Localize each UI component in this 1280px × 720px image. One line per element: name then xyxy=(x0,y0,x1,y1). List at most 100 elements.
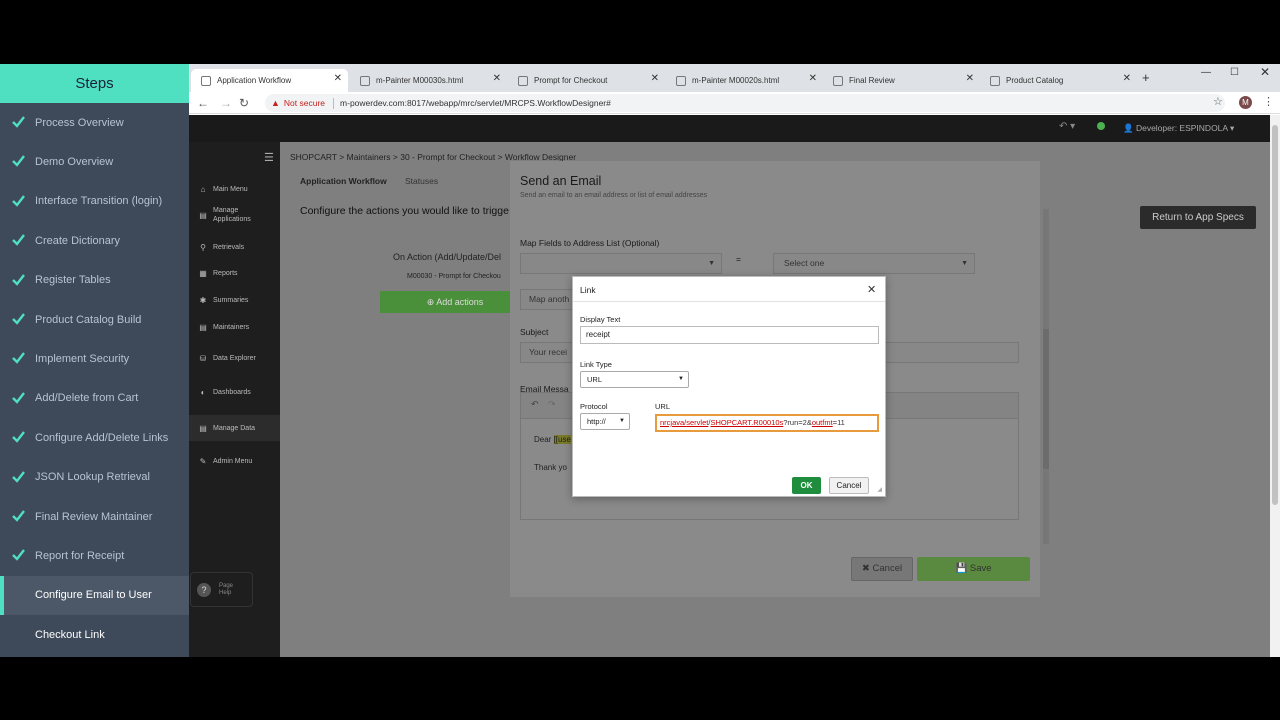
security-status: Not secure xyxy=(283,98,326,108)
nav-item[interactable]: ⚲ Retrievals xyxy=(189,234,280,260)
reload-icon[interactable]: ↻ xyxy=(239,96,249,110)
ok-button[interactable]: OK xyxy=(792,477,821,494)
step-item[interactable]: Report for Receipt xyxy=(0,536,189,575)
nav-label: Manage Applications xyxy=(213,207,251,223)
url-field[interactable]: ▲ Not secure m-powerdev.com:8017/webapp/… xyxy=(265,94,1225,112)
email-cancel-button[interactable]: ✖ Cancel xyxy=(851,557,913,581)
page-scroll-thumb[interactable] xyxy=(1272,125,1278,505)
map-another-button[interactable]: Map anoth xyxy=(520,289,580,310)
step-item[interactable]: Configure Email to User xyxy=(0,575,189,615)
forward-icon[interactable]: → xyxy=(220,96,232,110)
hamburger-icon[interactable]: ☰ xyxy=(264,151,274,164)
cancel-button[interactable]: Cancel xyxy=(829,477,869,494)
url-part: SHOPCART.R00010s xyxy=(710,418,784,427)
checkmark-icon xyxy=(12,470,25,483)
nav-item[interactable]: ▦ Reports xyxy=(189,260,280,286)
nav-item[interactable]: ▤ Maintainers xyxy=(189,314,280,340)
close-tab-icon[interactable]: ✕ xyxy=(966,73,974,84)
url-part: servlet xyxy=(686,418,709,427)
nav-item[interactable]: ⌂ Main Menu xyxy=(189,176,280,202)
close-tab-icon[interactable]: ✕ xyxy=(809,73,817,84)
minimize-icon[interactable]: — xyxy=(1201,67,1211,78)
step-item[interactable]: Interface Transition (login) xyxy=(0,182,189,221)
protocol-select[interactable]: http:// ▼ xyxy=(580,413,630,430)
page-scrollbar[interactable] xyxy=(1270,115,1280,657)
back-icon[interactable]: ← xyxy=(197,96,209,110)
steps-panel: Steps Process Overview Demo Overview Inter… xyxy=(0,64,189,657)
step-item[interactable]: Process Overview xyxy=(0,103,189,142)
nav-item[interactable]: ▤ Manage Applications xyxy=(189,202,280,228)
email-save-button[interactable]: 💾 Save xyxy=(917,557,1030,581)
browser-tab[interactable]: m-Painter M00030s.html ✕ xyxy=(350,69,507,92)
profile-avatar[interactable]: M xyxy=(1239,96,1252,109)
step-item[interactable]: Configure Add/Delete Links xyxy=(0,418,189,457)
favicon-icon xyxy=(201,75,211,86)
browser-tab[interactable]: m-Painter M00020s.html ✕ xyxy=(666,69,823,92)
message-greeting: Dear [[use xyxy=(534,435,571,444)
address-bar-row: ← → ↻ ▲ Not secure m-powerdev.com:8017/w… xyxy=(189,92,1280,114)
step-item[interactable]: Product Catalog Build xyxy=(0,300,189,339)
close-tab-icon[interactable]: ✕ xyxy=(493,73,501,84)
close-tab-icon[interactable]: ✕ xyxy=(334,73,342,84)
resize-grip-icon[interactable]: ◢ xyxy=(877,486,882,493)
undo-icon[interactable]: ↶ xyxy=(531,399,539,410)
address-select[interactable]: Select one ▼ xyxy=(773,253,975,274)
step-item[interactable]: Demo Overview xyxy=(0,142,189,181)
browser-menu-icon[interactable]: ⋮ xyxy=(1263,95,1274,108)
close-window-icon[interactable]: ✕ xyxy=(1260,65,1270,79)
tab-label: Prompt for Checkout xyxy=(534,76,608,85)
page-help-button[interactable]: ? Page Help xyxy=(190,572,253,607)
nav-item[interactable]: ✎ Admin Menu xyxy=(189,448,280,474)
email-modal-scrollbar[interactable] xyxy=(1043,209,1049,544)
nav-label: Manage Data xyxy=(213,424,256,432)
url-input[interactable]: nrcjava/servlet/SHOPCART.R00010s?run=2&o… xyxy=(655,414,879,432)
message-thanks: Thank yo xyxy=(534,463,567,472)
nav-item[interactable]: ✱ Summaries xyxy=(189,287,280,313)
new-tab-button[interactable]: + xyxy=(1142,70,1150,85)
nav-item[interactable]: ◐ Dashboards xyxy=(189,379,280,405)
nav-item[interactable]: ⛁ Data Explorer xyxy=(189,345,280,371)
tab-application-workflow[interactable]: Application Workflow xyxy=(300,176,387,186)
tab-label: m-Painter M00020s.html xyxy=(692,76,780,85)
favicon-icon xyxy=(990,75,1000,86)
add-actions-button[interactable]: ⊕ Add actions xyxy=(380,291,530,313)
add-actions-label: Add actions xyxy=(436,297,484,307)
return-to-app-specs-button[interactable]: Return to App Specs xyxy=(1140,206,1256,229)
close-icon[interactable]: ✕ xyxy=(867,283,876,296)
step-label: Checkout Link xyxy=(35,628,105,641)
browser-tab[interactable]: Product Catalog ✕ xyxy=(980,69,1137,92)
link-type-select[interactable]: URL ▼ xyxy=(580,371,689,388)
step-item[interactable]: JSON Lookup Retrieval xyxy=(0,458,189,497)
checkmark-icon xyxy=(12,431,25,443)
maximize-icon[interactable]: ☐ xyxy=(1230,67,1239,78)
scroll-thumb[interactable] xyxy=(1043,329,1049,469)
display-text-input[interactable]: receipt xyxy=(580,326,879,344)
step-item[interactable]: Checkout Link xyxy=(0,615,189,654)
step-item[interactable]: Final Review Maintainer xyxy=(0,497,189,536)
browser-tab[interactable]: Application Workflow ✕ xyxy=(191,69,348,92)
step-item[interactable]: Create Dictionary xyxy=(0,221,189,260)
list-icon: ▤ xyxy=(199,210,207,220)
nav-item[interactable]: ▤ Manage Data xyxy=(189,415,280,441)
save-icon: 💾 xyxy=(955,563,970,574)
step-item[interactable]: Register Tables xyxy=(0,261,189,300)
user-menu[interactable]: 👤 Developer: ESPINDOLA ▾ xyxy=(1123,123,1234,134)
browser-tab[interactable]: Final Review ✕ xyxy=(823,69,980,92)
tab-label: Application Workflow xyxy=(217,76,292,85)
protocol-label: Protocol xyxy=(580,402,608,411)
chevron-down-icon: ▼ xyxy=(678,376,684,382)
bookmark-star-icon[interactable]: ☆ xyxy=(1213,95,1223,108)
tab-statuses[interactable]: Statuses xyxy=(405,176,438,186)
close-tab-icon[interactable]: ✕ xyxy=(1123,73,1131,84)
browser-tab[interactable]: Prompt for Checkout ✕ xyxy=(508,69,665,92)
map-fields-label: Map Fields to Address List (Optional) xyxy=(520,238,660,248)
step-label: Add/Delete from Cart xyxy=(35,392,139,405)
map-field-select[interactable]: ▼ xyxy=(520,253,722,274)
redo-icon[interactable]: ↷ xyxy=(548,399,556,410)
undo-icon[interactable]: ↶ ▾ xyxy=(1059,121,1075,132)
close-tab-icon[interactable]: ✕ xyxy=(651,73,659,84)
nav-label: Summaries xyxy=(213,296,249,304)
step-item[interactable]: Add/Delete from Cart xyxy=(0,379,189,418)
checkmark-icon xyxy=(12,352,25,365)
step-item[interactable]: Implement Security xyxy=(0,339,189,378)
